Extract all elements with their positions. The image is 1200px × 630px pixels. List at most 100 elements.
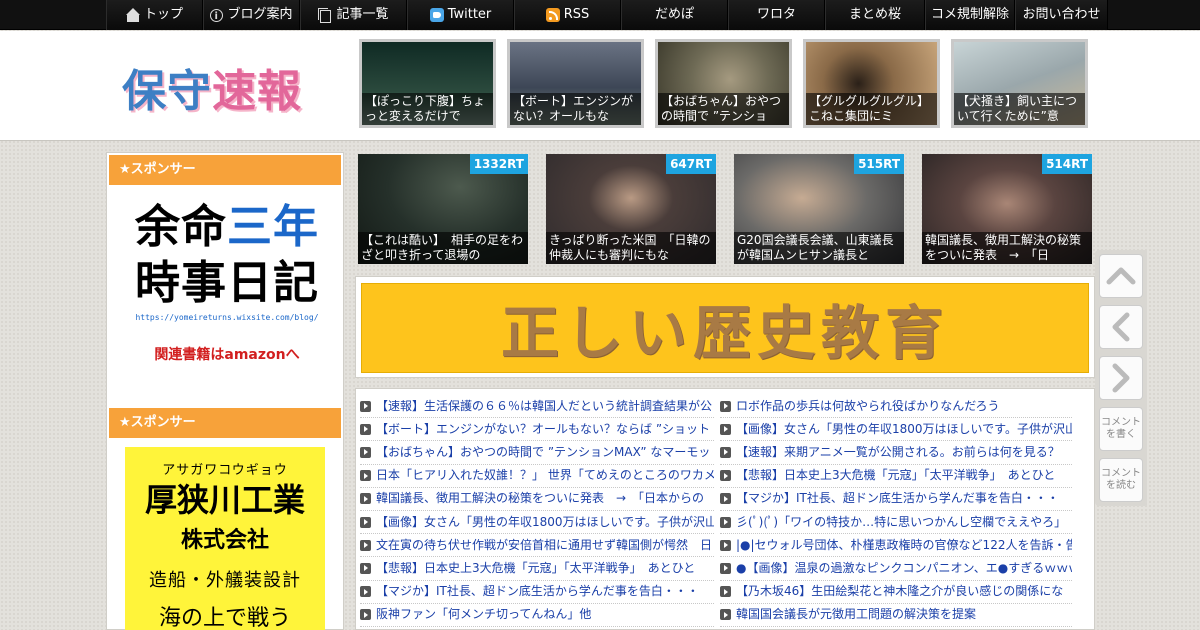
article-link[interactable]: 【悲報】日本史上3大危機「元寇」「太平洋戦争」 あとひと [360, 557, 714, 581]
article-link[interactable]: 文在寅の待ち伏せ作戦が安倍首相に通用せず韓国側が愕然 日 [360, 534, 714, 558]
ad-title-line1: 余命三年 [134, 200, 320, 253]
rt-count-badge: 1332RT [469, 154, 528, 174]
twitter-icon [429, 8, 444, 22]
thumb-caption: 【ボート】エンジンがない？オールもな [510, 93, 641, 125]
featured-thumb[interactable]: 【グルグルグルグル】こねこ集団にミ [803, 39, 940, 128]
article-link[interactable]: 韓国国会議長が元徴用工問題の解決策を提案 [720, 604, 1072, 627]
nav-item-blog-info[interactable]: ブログ案内 [203, 0, 300, 32]
ad-url: https://yomeireturns.wixsite.com/blog/ [135, 313, 319, 322]
nav-item-matome-sakura[interactable]: まとめ桜 [825, 0, 925, 30]
article-link[interactable]: 日本「ヒアリ入れた奴誰！？」 世界「てめえのところのワカメ [360, 465, 714, 488]
nav-item-top[interactable]: トップ [106, 0, 203, 30]
chevron-left-icon [1112, 312, 1130, 342]
rt-count-badge: 514RT [1042, 154, 1092, 174]
nav-item-comment-unblock[interactable]: コメ規制解除 [925, 0, 1015, 30]
ad-company-name: 厚狭川工業 [144, 481, 305, 519]
bullet-icon [720, 493, 731, 505]
nav-item-contact[interactable]: お問い合わせ [1015, 0, 1108, 30]
rt-count-badge: 647RT [666, 154, 716, 174]
bullet-icon [720, 470, 731, 482]
chevron-right-icon [1112, 363, 1130, 393]
thumb-caption: 【グルグルグルグル】こねこ集団にミ [806, 93, 937, 125]
ad-service: 造船・外艤装設計 [149, 570, 301, 591]
article-link[interactable]: 阪神ファン「何メンチ切ってんねん」他 [360, 604, 714, 627]
article-link[interactable]: 【速報】来期アニメ一覧が公開される。お前らは何を見る？ [720, 441, 1072, 465]
top-navigation: トップ ブログ案内 記事一覧 Twitter RSS だめぽ ワロタ まとめ桜 … [0, 0, 1200, 32]
site-logo[interactable]: 保守速報 [122, 55, 322, 117]
sponsor-heading: ★スポンサー [109, 155, 341, 185]
article-link[interactable]: ●【画像】温泉の過激なピンクコンパニオン、エ●すぎるｗｗｗ [720, 557, 1072, 581]
bullet-icon [360, 493, 371, 505]
article-link[interactable]: 【画像】女さん「男性の年収1800万はほしいです。子供が沢山 [720, 418, 1072, 442]
prev-article-button[interactable] [1099, 305, 1143, 349]
thumb-caption: 【犬掻き】飼い主について行くために”意 [954, 93, 1085, 125]
banner-text: 正しい歴史教育 [500, 299, 949, 367]
bullet-icon [360, 609, 371, 621]
ranking-card[interactable]: 1332RT 【これは酷い】 相手の足をわざと叩き折って退場の [358, 154, 528, 264]
sponsor-ad-asagawa[interactable]: アサガワコウギョウ 厚狭川工業 株式会社 造船・外艤装設計 海の上で戦う [125, 447, 325, 630]
chevron-up-icon [1106, 267, 1136, 285]
ad-amazon-link[interactable]: 関連書籍はamazonへ [123, 344, 331, 364]
ranking-row: 1332RT 【これは酷い】 相手の足をわざと叩き折って退場の 647RT きっ… [358, 154, 1092, 264]
ad-tagline: 海の上で戦う [158, 606, 291, 630]
sponsor-ad-yomei[interactable]: 余命三年 時事日記 https://yomeireturns.wixsite.c… [123, 199, 331, 379]
bullet-icon [720, 516, 731, 528]
ranking-card[interactable]: 515RT G20国会議長会議、山東議長が韓国ムンヒサン議長と [734, 154, 904, 264]
featured-thumb[interactable]: 【おばちゃん】おやつの時間で ”テンショ [655, 39, 792, 128]
ranking-card[interactable]: 514RT 韓国議長、徴用工解決の秘策をついに発表 → 「日 [922, 154, 1092, 264]
sidebar: ★スポンサー 余命三年 時事日記 https://yomeireturns.wi… [106, 152, 344, 630]
featured-thumb[interactable]: 【ボート】エンジンがない？オールもな [507, 39, 644, 128]
nav-item-twitter[interactable]: Twitter [407, 0, 514, 30]
history-education-banner[interactable]: 正しい歴史教育 [361, 283, 1089, 373]
site-header: 保守速報 【ぽっこり下腹】ちょっと変えるだけで 【ボート】エンジンがない？オール… [0, 31, 1200, 141]
nav-item-rss[interactable]: RSS [514, 0, 621, 30]
sponsor-heading: ★スポンサー [109, 408, 341, 438]
bullet-icon [720, 446, 731, 458]
article-link[interactable]: 【ボート】エンジンがない？オールもない？ならば ”ショット [360, 418, 714, 442]
article-link[interactable]: 【乃木坂46】生田絵梨花と神木隆之介が良い感じの関係にな [720, 581, 1072, 604]
banner-container: 正しい歴史教育 [355, 276, 1095, 378]
article-link[interactable]: ロボ作品の歩兵は何故やられ役ばかりなんだろう [720, 395, 1072, 419]
article-link[interactable]: 【悲報】日本史上3大危機「元寇」「太平洋戦争」 あとひと [720, 465, 1072, 488]
bullet-icon [360, 470, 371, 482]
article-link[interactable]: 【おばちゃん】おやつの時間で ”テンションMAX” なマーモッ [360, 441, 714, 465]
nav-item-damepo[interactable]: だめぽ [621, 0, 728, 30]
article-link[interactable]: |●|セウォル号団体、朴槿恵政権時の官僚など122人を告訴・告発 [720, 534, 1072, 558]
bullet-icon [720, 539, 731, 551]
info-icon [210, 2, 224, 32]
featured-thumb[interactable]: 【犬掻き】飼い主について行くために”意 [951, 39, 1088, 128]
bullet-icon [720, 423, 731, 435]
thumb-caption: 【おばちゃん】おやつの時間で ”テンショ [658, 93, 789, 125]
ranking-caption: きっぱり断った米国 「日韓の仲裁人にも審判にもな [546, 232, 716, 264]
article-link[interactable]: 彡(ﾟ)(ﾟ)「ワイの特技か…特に思いつかんし空欄でええやろ」 [720, 511, 1072, 535]
ranking-card[interactable]: 647RT きっぱり断った米国 「日韓の仲裁人にも審判にもな [546, 154, 716, 264]
thumb-caption: 【ぽっこり下腹】ちょっと変えるだけで [362, 93, 493, 125]
article-link[interactable]: 【速報】生活保護の６６％は韓国人だという統計調査結果が公 [360, 395, 714, 419]
list-icon [318, 8, 332, 23]
article-link[interactable]: 【マジか】IT社長、超ドン底生活から学んだ事を告白・・・ [720, 488, 1072, 511]
scroll-top-button[interactable] [1099, 254, 1143, 298]
bullet-icon [720, 562, 731, 574]
bullet-icon [360, 586, 371, 598]
floating-nav: コメントを書く コメントを読む [1095, 250, 1147, 506]
featured-thumb[interactable]: 【ぽっこり下腹】ちょっと変えるだけで [359, 39, 496, 128]
next-article-button[interactable] [1099, 356, 1143, 400]
nav-item-warota[interactable]: ワロタ [728, 0, 825, 30]
bullet-icon [360, 539, 371, 551]
ranking-caption: G20国会議長会議、山東議長が韓国ムンヒサン議長と [734, 232, 904, 264]
rt-count-badge: 515RT [854, 154, 904, 174]
ad-company-kana: アサガワコウギョウ [162, 463, 288, 478]
bullet-icon [360, 516, 371, 528]
bullet-icon [360, 400, 371, 412]
article-link[interactable]: 【画像】女さん「男性の年収1800万はほしいです。子供が沢山 [360, 511, 714, 535]
nav-item-article-list[interactable]: 記事一覧 [300, 0, 407, 30]
article-link[interactable]: 韓国議長、徴用工解決の秘策をついに発表 → 「日本からの [360, 488, 714, 511]
bullet-icon [360, 562, 371, 574]
comment-read-button[interactable]: コメントを読む [1099, 458, 1143, 502]
article-link[interactable]: 【マジか】IT社長、超ドン底生活から学んだ事を告白・・・ [360, 581, 714, 604]
comment-write-button[interactable]: コメントを書く [1099, 407, 1143, 451]
bullet-icon [720, 609, 731, 621]
rss-icon [545, 8, 560, 22]
article-lists: 【速報】生活保護の６６％は韓国人だという統計調査結果が公 【ボート】エンジンがな… [355, 388, 1095, 630]
article-list-right: ロボ作品の歩兵は何故やられ役ばかりなんだろう 【画像】女さん「男性の年収1800… [720, 395, 1072, 627]
